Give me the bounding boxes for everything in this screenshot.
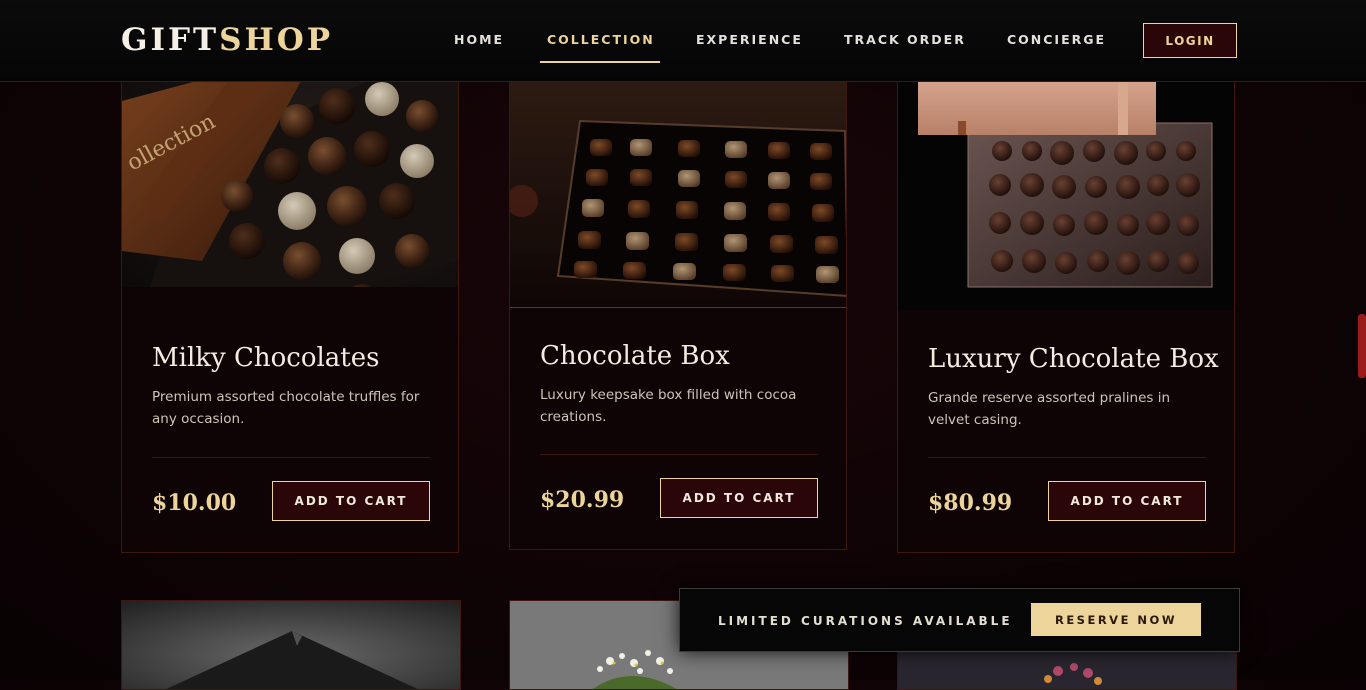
product-price: $20.99 (540, 487, 625, 513)
product-price: $10.00 (152, 490, 237, 516)
nav-concierge[interactable]: CONCIERGE (1007, 31, 1106, 49)
banner-text: LIMITED CURATIONS AVAILABLE (718, 614, 1013, 628)
brand-logo-part2: SHOP (219, 22, 334, 58)
site-header: GIFTSHOP HOME COLLECTION EXPERIENCE TRAC… (0, 0, 1366, 82)
product-image-luxury-chocolate-box[interactable] (898, 61, 1234, 310)
brand-logo-part1: GIFT (121, 22, 220, 58)
product-card-partial[interactable] (121, 600, 461, 690)
product-card-luxury-chocolate-box: Luxury Chocolate Box Grande reserve asso… (897, 60, 1235, 553)
product-title: Luxury Chocolate Box (928, 344, 1219, 374)
product-price: $80.99 (928, 490, 1013, 516)
product-description: Luxury keepsake box filled with cocoa cr… (540, 387, 797, 425)
nav-collection[interactable]: COLLECTION (547, 31, 655, 49)
chocolate-truffle-box-image: ollection (122, 61, 458, 287)
card-divider (928, 457, 1206, 458)
nav-track-order[interactable]: TRACK ORDER (844, 31, 966, 49)
product-card-chocolate-box: Chocolate Box Luxury keepsake box filled… (509, 60, 847, 550)
product-image-milky-chocolates[interactable]: ollection (122, 61, 458, 287)
product-description: Grande reserve assorted pralines in velv… (928, 390, 1171, 428)
product-title: Milky Chocolates (152, 343, 380, 373)
nav-experience[interactable]: EXPERIENCE (696, 31, 803, 49)
product-image-chocolate-box[interactable] (510, 61, 846, 308)
card-divider (540, 454, 818, 455)
card-divider (152, 457, 430, 458)
product-image-partial (122, 601, 460, 689)
product-card-milky-chocolates: ollection Milky Chocolates Premium assor… (121, 60, 459, 553)
product-title: Chocolate Box (540, 341, 730, 371)
nav-home[interactable]: HOME (454, 31, 504, 49)
nav-active-underline (540, 61, 660, 63)
product-description: Premium assorted chocolate truffles for … (152, 389, 420, 427)
add-to-cart-button[interactable]: ADD TO CART (1048, 481, 1206, 521)
login-button[interactable]: LOGIN (1143, 23, 1237, 58)
brand-logo[interactable]: GIFTSHOP (121, 20, 333, 60)
scrollbar-thumb[interactable] (1358, 314, 1366, 378)
luxury-praline-box-image (898, 61, 1234, 310)
add-to-cart-button[interactable]: ADD TO CART (660, 478, 818, 518)
reserve-now-button[interactable]: RESERVE NOW (1031, 603, 1201, 636)
add-to-cart-button[interactable]: ADD TO CART (272, 481, 430, 521)
chocolate-box-image (510, 61, 846, 307)
limited-curations-banner: LIMITED CURATIONS AVAILABLE RESERVE NOW (679, 588, 1240, 652)
